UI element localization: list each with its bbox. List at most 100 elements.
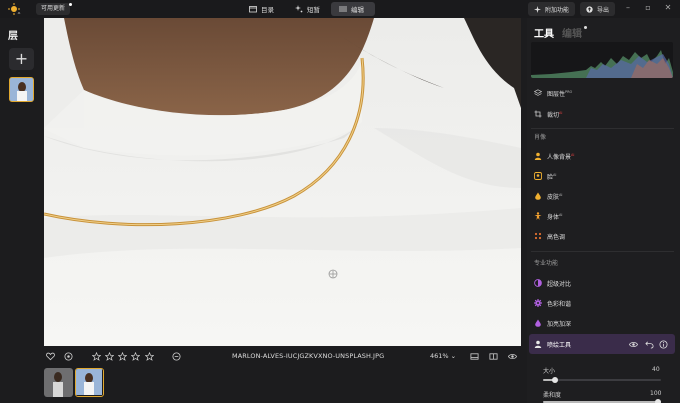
photo-canvas[interactable] <box>44 18 521 346</box>
crop-icon <box>534 110 542 118</box>
tool-label: 人像背景AI <box>547 152 575 161</box>
size-slider[interactable] <box>543 377 661 383</box>
update-dot <box>69 3 73 6</box>
export-button[interactable]: 导出 <box>580 2 615 16</box>
filmstrip-thumbnail-selected[interactable] <box>75 368 104 397</box>
size-slider-value[interactable]: 40 <box>652 366 660 373</box>
tool-face[interactable]: 脸AI <box>534 170 556 182</box>
zoom-level[interactable]: 461% ⌄ <box>430 352 456 360</box>
body-icon <box>534 212 542 220</box>
tab-label: 目录 <box>261 6 274 14</box>
sparkle-icon <box>295 5 303 13</box>
tool-label: 皮肤AI <box>547 192 563 201</box>
compare-icon[interactable] <box>470 352 479 361</box>
crosshair-icon <box>328 269 338 279</box>
sliders-icon <box>339 6 347 12</box>
eye-icon[interactable] <box>508 352 517 361</box>
softness-slider-label: 柔和度 <box>543 392 562 399</box>
add-layer-button[interactable]: + <box>9 48 34 70</box>
addons-button[interactable]: 附加功能 <box>528 2 575 16</box>
softness-slider-value[interactable]: 100 <box>650 390 661 397</box>
drop-icon <box>535 192 541 200</box>
folder-icon <box>249 6 257 13</box>
notification-dot <box>584 26 587 29</box>
app-logo-icon[interactable] <box>7 3 21 15</box>
thumbnail-image <box>76 369 102 395</box>
tool-portrait-bg[interactable]: 人像背景AI <box>534 150 574 162</box>
tool-label: 身体AI <box>547 212 563 221</box>
tool-layer-properties[interactable]: 图层性PRO <box>534 87 572 99</box>
update-available-button[interactable]: 可用更新 <box>36 3 73 15</box>
tool-label: 图层性PRO <box>547 89 573 98</box>
histogram <box>531 42 673 78</box>
heart-icon[interactable] <box>46 352 55 361</box>
tool-label: 脸AI <box>547 172 557 181</box>
zoom-value: 461% <box>430 352 449 360</box>
reject-icon[interactable] <box>64 352 73 361</box>
star-icon[interactable] <box>145 352 154 361</box>
person-icon <box>534 340 542 348</box>
maximize-icon[interactable]: ▫ <box>643 3 653 13</box>
dots-icon <box>534 232 542 240</box>
update-label: 可用更新 <box>41 5 66 12</box>
tool-label: 加亮加深 <box>547 320 572 328</box>
thumbnail-image <box>44 368 73 397</box>
tab-label: 编辑 <box>351 6 364 14</box>
eye-icon[interactable] <box>629 340 638 349</box>
tab-moments[interactable]: 短暂 <box>287 2 328 16</box>
file-name: MARLON-ALVES-IUCJGZKVXNO-UNSPLASH.JPG <box>232 352 385 360</box>
star-icon[interactable] <box>131 352 140 361</box>
tool-high-tone[interactable]: 高色调 <box>534 230 565 242</box>
tool-color-harmony[interactable]: 色彩和谐 <box>534 297 571 309</box>
top-bar: 可用更新 目录 短暂 编辑 附加功能 导出 – ▫ ✕ <box>0 0 680 18</box>
divider <box>531 251 674 252</box>
size-slider-label: 大小 <box>543 368 556 375</box>
info-icon[interactable] <box>659 340 668 349</box>
tool-label: 裁切AI <box>547 110 563 119</box>
layer-thumbnail-image <box>10 78 33 101</box>
layers-icon <box>534 89 542 96</box>
star-icon[interactable] <box>118 352 127 361</box>
edit-title[interactable]: 编辑 <box>562 25 582 40</box>
layer-thumbnail[interactable] <box>9 77 34 102</box>
minimize-icon[interactable]: – <box>623 3 633 13</box>
photo-image <box>44 18 521 346</box>
face-icon <box>534 172 542 180</box>
layers-title: 层 <box>8 31 18 42</box>
star-icon[interactable] <box>105 352 114 361</box>
person-icon <box>534 152 542 160</box>
more-icon[interactable] <box>172 352 181 361</box>
tool-brush[interactable]: 喷绘工具 <box>534 338 571 350</box>
contrast-icon <box>534 279 542 287</box>
tool-body[interactable]: 身体AI <box>534 210 562 222</box>
slider-knob[interactable] <box>655 399 661 403</box>
histogram-graph <box>531 50 673 78</box>
tool-super-contrast[interactable]: 超级对比 <box>534 277 571 289</box>
drop-icon <box>535 319 541 327</box>
export-icon <box>586 5 593 13</box>
close-icon[interactable]: ✕ <box>663 3 673 13</box>
undo-icon[interactable] <box>645 340 654 349</box>
filmstrip-thumbnail[interactable] <box>44 368 73 397</box>
sparkle-icon <box>534 5 541 13</box>
section-portrait: 肖像 <box>534 134 547 141</box>
split-view-icon[interactable] <box>489 352 498 361</box>
gear-icon <box>534 299 542 307</box>
tab-edit[interactable]: 编辑 <box>331 2 375 16</box>
tool-label: 喷绘工具 <box>547 341 572 349</box>
tools-title[interactable]: 工具 <box>534 25 554 40</box>
tool-dodge-burn[interactable]: 加亮加深 <box>534 317 571 329</box>
tool-label: 色彩和谐 <box>547 300 572 308</box>
tool-label: 超级对比 <box>547 280 572 288</box>
tab-catalog[interactable]: 目录 <box>241 2 282 16</box>
divider <box>531 128 674 129</box>
export-label: 导出 <box>597 6 610 14</box>
addons-label: 附加功能 <box>545 6 570 14</box>
tool-crop[interactable]: 裁切AI <box>534 108 562 120</box>
section-pro: 专业功能 <box>534 260 559 267</box>
slider-knob[interactable] <box>552 377 558 383</box>
tool-label: 高色调 <box>547 233 566 241</box>
tool-skin[interactable]: 皮肤AI <box>534 190 562 202</box>
star-icon[interactable] <box>92 352 101 361</box>
tab-label: 短暂 <box>307 6 320 14</box>
